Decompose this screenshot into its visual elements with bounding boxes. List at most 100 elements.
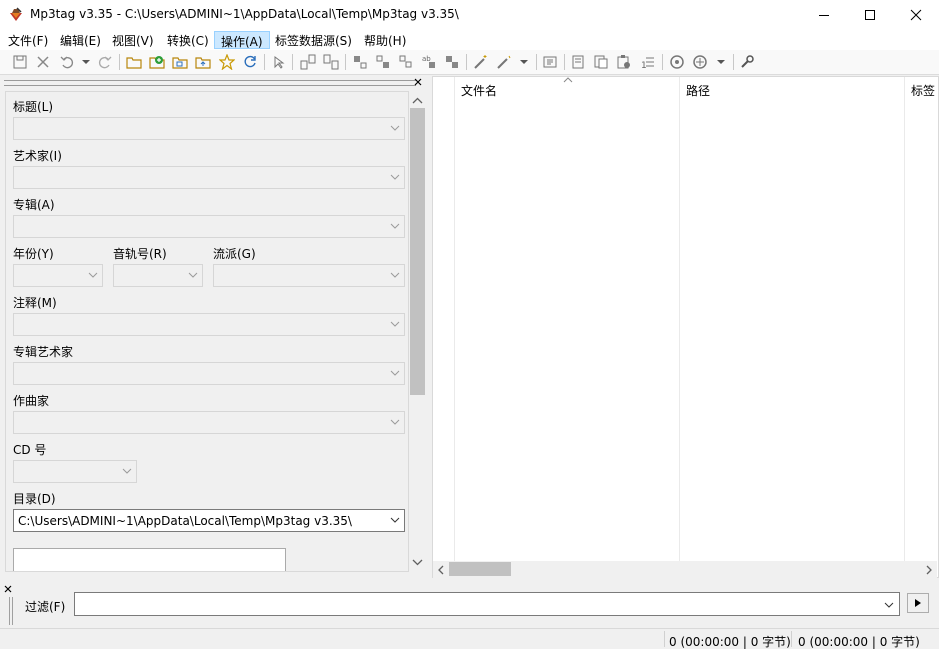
actions-quick-icon	[497, 55, 511, 69]
close-icon[interactable]	[4, 585, 12, 593]
menu-help[interactable]: 帮助(H)	[358, 31, 412, 49]
filename-filename-button[interactable]	[397, 53, 415, 71]
panel-grip[interactable]	[4, 80, 416, 86]
text-file-to-tag-icon: ab	[422, 55, 435, 68]
menu-convert[interactable]: 转换(C)	[161, 31, 215, 49]
redo-icon	[99, 56, 112, 69]
toolbar-separator	[466, 54, 467, 70]
file-list[interactable]: 文件名 路径 标签	[432, 76, 939, 578]
chevron-down-icon	[88, 272, 98, 278]
paste-tag-button[interactable]	[615, 53, 633, 71]
folder-up-button[interactable]	[194, 53, 212, 71]
tag-to-filename-icon	[300, 54, 316, 70]
directory-combo[interactable]: C:\Users\ADMINI~1\AppData\Local\Temp\Mp3…	[13, 509, 405, 532]
redo-button[interactable]	[96, 53, 114, 71]
auto-number-button[interactable]: 1	[639, 53, 657, 71]
toolbar-separator	[662, 54, 663, 70]
cd-combo[interactable]	[13, 460, 137, 483]
tag-file-button[interactable]	[351, 53, 369, 71]
title-combo[interactable]	[13, 117, 405, 140]
directory-label: 目录(D)	[13, 492, 56, 506]
cover-art-field[interactable]	[13, 548, 286, 571]
chevron-down-icon	[884, 602, 894, 608]
year-combo[interactable]	[13, 264, 103, 287]
filename-tag-button[interactable]	[374, 53, 392, 71]
actions-quick-button[interactable]	[495, 53, 513, 71]
minimize-button[interactable]	[801, 0, 847, 30]
menu-edit[interactable]: 编辑(E)	[54, 31, 107, 49]
menu-tag-sources[interactable]: 标签数据源(S)	[269, 31, 358, 49]
folder-sync-button[interactable]	[171, 53, 189, 71]
dropdown-icon	[717, 60, 725, 64]
actions-button[interactable]	[472, 53, 490, 71]
copy-tag-button[interactable]	[592, 53, 610, 71]
export-icon	[572, 55, 584, 69]
filter-go-button[interactable]	[907, 593, 929, 613]
menu-bar: 文件(F) 编辑(E) 视图(V) 转换(C) 操作(A) 标签数据源(S) 帮…	[0, 30, 939, 50]
menu-view[interactable]: 视图(V)	[106, 31, 160, 49]
refresh-icon	[244, 55, 256, 68]
chevron-down-icon	[390, 419, 400, 425]
export-button[interactable]	[569, 53, 587, 71]
toolbar-separator	[564, 54, 565, 70]
favorites-button[interactable]	[218, 53, 236, 71]
tag-to-filename-icon	[354, 56, 367, 69]
chevron-down-icon	[390, 321, 400, 327]
maximize-icon	[865, 10, 875, 20]
album-artist-combo[interactable]	[13, 362, 405, 385]
open-folder-button[interactable]	[125, 53, 143, 71]
column-header-tag[interactable]: 标签	[911, 82, 935, 99]
chevron-down-icon	[390, 223, 400, 229]
file-list-hscroll-thumb[interactable]	[449, 562, 511, 576]
composer-combo[interactable]	[13, 411, 405, 434]
tag-source-dropdown[interactable]	[712, 53, 730, 71]
options-button[interactable]	[738, 53, 756, 71]
tag-to-tag-icon	[446, 56, 458, 68]
text-file-tag-button[interactable]: ab	[420, 53, 438, 71]
undo-button[interactable]	[58, 53, 76, 71]
window-title: Mp3tag v3.35 - C:\Users\ADMINI~1\AppData…	[30, 7, 459, 21]
close-icon	[414, 78, 422, 86]
comment-label: 注释(M)	[13, 296, 57, 310]
filename-to-tag-button[interactable]	[322, 53, 340, 71]
tag-panel-close-button[interactable]	[414, 75, 422, 90]
folder-up-icon	[195, 57, 211, 69]
column-header-path[interactable]: 路径	[686, 82, 710, 99]
actions-dropdown[interactable]	[515, 53, 533, 71]
tag-panel-scroll-thumb[interactable]	[410, 108, 425, 395]
select-button[interactable]	[269, 53, 287, 71]
undo-dropdown[interactable]	[77, 53, 95, 71]
tag-source-button[interactable]	[668, 53, 686, 71]
close-button[interactable]	[893, 0, 939, 30]
menu-file[interactable]: 文件(F)	[2, 31, 54, 49]
tag-source-options-icon	[693, 55, 707, 69]
album-combo[interactable]	[13, 215, 405, 238]
menu-actions[interactable]: 操作(A)	[214, 31, 270, 49]
comment-combo[interactable]	[13, 313, 405, 336]
genre-combo[interactable]	[213, 264, 405, 287]
playlist-button[interactable]	[541, 53, 559, 71]
column-divider	[679, 77, 680, 561]
options-wrench-icon	[741, 55, 754, 68]
tag-source-icon	[670, 55, 684, 69]
filter-input[interactable]	[74, 592, 900, 616]
column-divider	[904, 77, 905, 561]
remove-tag-icon	[37, 56, 49, 68]
chevron-down-icon	[122, 468, 132, 474]
artist-combo[interactable]	[13, 166, 405, 189]
tag-to-filename-button[interactable]	[299, 53, 317, 71]
maximize-button[interactable]	[847, 0, 893, 30]
favorites-star-icon	[219, 54, 235, 70]
remove-tag-button[interactable]	[34, 53, 52, 71]
tag-source-options-button[interactable]	[691, 53, 709, 71]
title-label: 标题(L)	[13, 100, 54, 114]
add-folder-button[interactable]	[148, 53, 166, 71]
dropdown-icon	[82, 60, 90, 64]
track-combo[interactable]	[113, 264, 203, 287]
chevron-down-icon	[390, 517, 400, 523]
tag-tag-button[interactable]	[443, 53, 461, 71]
column-header-filename[interactable]: 文件名	[461, 82, 497, 99]
refresh-button[interactable]	[241, 53, 259, 71]
filter-grip	[9, 597, 13, 625]
save-button[interactable]	[11, 53, 29, 71]
